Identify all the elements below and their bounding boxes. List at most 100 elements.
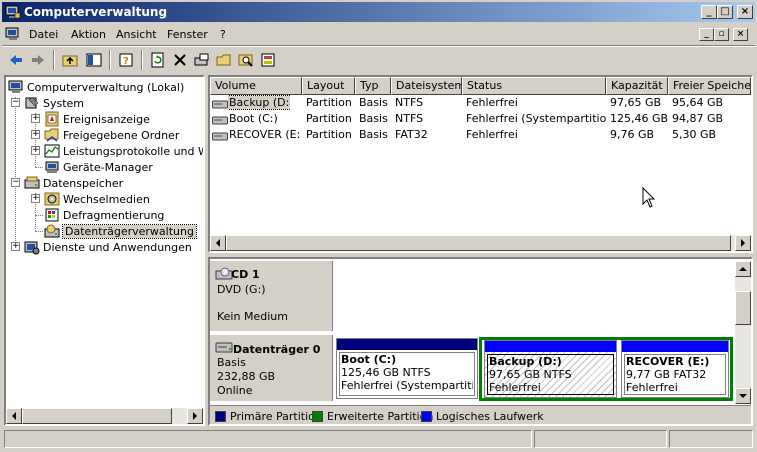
tree-item-dienste[interactable]: Dienste und Anwendungen <box>24 239 192 255</box>
scroll-left-button[interactable] <box>6 408 22 424</box>
maximize-button[interactable]: □ <box>717 5 733 19</box>
title-bar[interactable]: Computerverwaltung _ □ × <box>2 2 755 22</box>
column-header-status[interactable]: Status <box>462 77 606 95</box>
tree-label: Ereignisanzeige <box>63 112 150 126</box>
tree-line <box>35 167 43 168</box>
scroll-up-button[interactable] <box>735 261 751 277</box>
mdi-minimize-button[interactable]: _ <box>699 28 714 41</box>
up-level-button[interactable] <box>59 49 81 71</box>
tree-item-system[interactable]: System <box>24 95 84 111</box>
mdi-close-button[interactable]: × <box>733 28 748 41</box>
expand-ereignis-toggle[interactable]: + <box>31 114 40 123</box>
close-button[interactable]: × <box>737 5 753 19</box>
explore-button[interactable] <box>235 49 257 71</box>
refresh-button[interactable] <box>147 49 169 71</box>
scroll-thumb[interactable] <box>226 235 731 251</box>
partition-title: Backup (D:) <box>489 355 562 368</box>
status-panel-main <box>4 430 532 448</box>
disk-graphical-view: CD 1 DVD (G:) Kein Medium Datenträger 0 … <box>208 257 753 426</box>
tree-label: Dienste und Anwendungen <box>43 240 192 254</box>
minimize-button[interactable]: _ <box>701 5 717 19</box>
column-header-typ[interactable]: Typ <box>355 77 391 95</box>
triangle-up-icon <box>739 267 747 271</box>
scroll-down-button[interactable] <box>735 388 751 404</box>
system-tools-icon <box>25 96 39 109</box>
removable-media-icon <box>44 192 60 206</box>
mdi-restore-button[interactable]: ▫ <box>714 28 729 41</box>
cd-empty-area[interactable] <box>334 261 735 331</box>
tree-item-ereignisanzeige[interactable]: Ereignisanzeige <box>44 111 150 127</box>
toolbar-separator <box>141 50 143 70</box>
delete-button[interactable] <box>169 49 191 71</box>
menu-fenster[interactable]: Fenster <box>167 28 208 41</box>
toolbar-separator <box>109 50 111 70</box>
console-icon[interactable] <box>5 26 21 42</box>
scroll-left-button[interactable] <box>210 235 226 251</box>
storage-icon <box>24 176 40 189</box>
tree-label: Geräte-Manager <box>63 160 153 174</box>
tree-item-freigegebene-ordner[interactable]: Freigegebene Ordner <box>44 127 179 143</box>
menu-datei[interactable]: Datei <box>29 28 58 41</box>
cd-label-panel[interactable]: CD 1 DVD (G:) Kein Medium <box>210 261 333 331</box>
disk0-label-panel[interactable]: Datenträger 0 Basis 232,88 GB Online <box>210 335 333 401</box>
column-header-freier-speicher[interactable]: Freier Speicher <box>668 77 751 95</box>
column-header-dateisystem[interactable]: Dateisystem <box>391 77 462 95</box>
expand-leistung-toggle[interactable]: + <box>31 146 40 155</box>
list-horizontal-scrollbar[interactable] <box>210 235 751 251</box>
tree-item-root[interactable]: Computerverwaltung (Lokal) <box>8 79 184 95</box>
expand-ordner-toggle[interactable]: + <box>31 130 40 139</box>
column-header-volume[interactable]: Volume <box>210 77 302 95</box>
tree-line <box>35 231 43 232</box>
triangle-right-icon <box>193 412 197 420</box>
cell-dateisystem: FAT32 <box>395 128 428 141</box>
graphic-vertical-scrollbar[interactable] <box>735 261 751 404</box>
svg-text:?: ? <box>123 56 129 67</box>
cell-kapazitaet: 97,65 GB <box>610 96 662 109</box>
expand-dienste-toggle[interactable]: + <box>11 242 20 251</box>
tree-item-wechselmedien[interactable]: Wechselmedien <box>44 191 150 207</box>
column-header-layout[interactable]: Layout <box>302 77 355 95</box>
column-header-kapazitaet[interactable]: Kapazität <box>606 77 668 95</box>
cell-freier-speicher: 94,87 GB <box>672 112 724 125</box>
menu-help[interactable]: ? <box>220 28 226 41</box>
tree-item-geraete-manager[interactable]: Geräte-Manager <box>44 159 153 175</box>
delete-x-icon <box>174 54 186 66</box>
wizard-button[interactable] <box>257 49 279 71</box>
status-panel-2 <box>534 430 667 448</box>
scroll-right-button[interactable] <box>735 235 751 251</box>
computer-icon <box>8 80 23 93</box>
scroll-thumb[interactable] <box>22 408 172 424</box>
partition-backup-d[interactable]: Backup (D:) 97,65 GB NTFS Fehlerfrei <box>484 340 617 398</box>
cell-kapazitaet: 125,46 GB <box>610 112 668 125</box>
expand-wechselmedien-toggle[interactable]: + <box>31 194 40 203</box>
scroll-right-button[interactable] <box>187 408 203 424</box>
partition-status: Fehlerfrei (Systempartition <box>341 379 473 392</box>
disk-properties-button[interactable] <box>191 49 213 71</box>
back-button[interactable] <box>5 49 27 71</box>
performance-log-icon <box>44 144 60 158</box>
partition-recover-e[interactable]: RECOVER (E:) 9,77 GB FAT32 Fehlerfrei <box>621 340 729 398</box>
arrow-right-icon <box>32 55 44 65</box>
defrag-icon <box>45 208 59 222</box>
open-button[interactable] <box>213 49 235 71</box>
tree-horizontal-scrollbar[interactable] <box>6 408 203 424</box>
partition-boot-c[interactable]: Boot (C:) 125,46 GB NTFS Fehlerfrei (Sys… <box>336 338 478 399</box>
drive-icon <box>212 132 228 141</box>
collapse-datenspeicher-toggle[interactable]: − <box>11 178 20 187</box>
menu-ansicht[interactable]: Ansicht <box>116 28 157 41</box>
logical-drive-bar <box>485 341 616 352</box>
tree-item-defragmentierung[interactable]: Defragmentierung <box>44 207 164 223</box>
menu-aktion[interactable]: Aktion <box>71 28 106 41</box>
tree-item-datenspeicher[interactable]: Datenspeicher <box>24 175 123 191</box>
tree-item-datentraegerverwaltung[interactable]: Datenträgerverwaltung <box>44 223 197 239</box>
tree-label: Leistungsprotokolle und Warnungen <box>63 144 203 158</box>
collapse-system-toggle[interactable]: − <box>11 98 20 107</box>
folder-open-icon <box>216 54 231 66</box>
cell-status: Fehlerfrei <box>466 96 518 109</box>
legend-extended: Erweiterte Partition <box>327 410 434 423</box>
properties-button[interactable]: ? <box>115 49 137 71</box>
forward-button[interactable] <box>27 49 49 71</box>
tree-item-leistungsprotokolle[interactable]: Leistungsprotokolle und Warnungen <box>44 143 203 159</box>
show-hide-tree-button[interactable] <box>83 49 105 71</box>
scroll-thumb[interactable] <box>735 291 751 325</box>
